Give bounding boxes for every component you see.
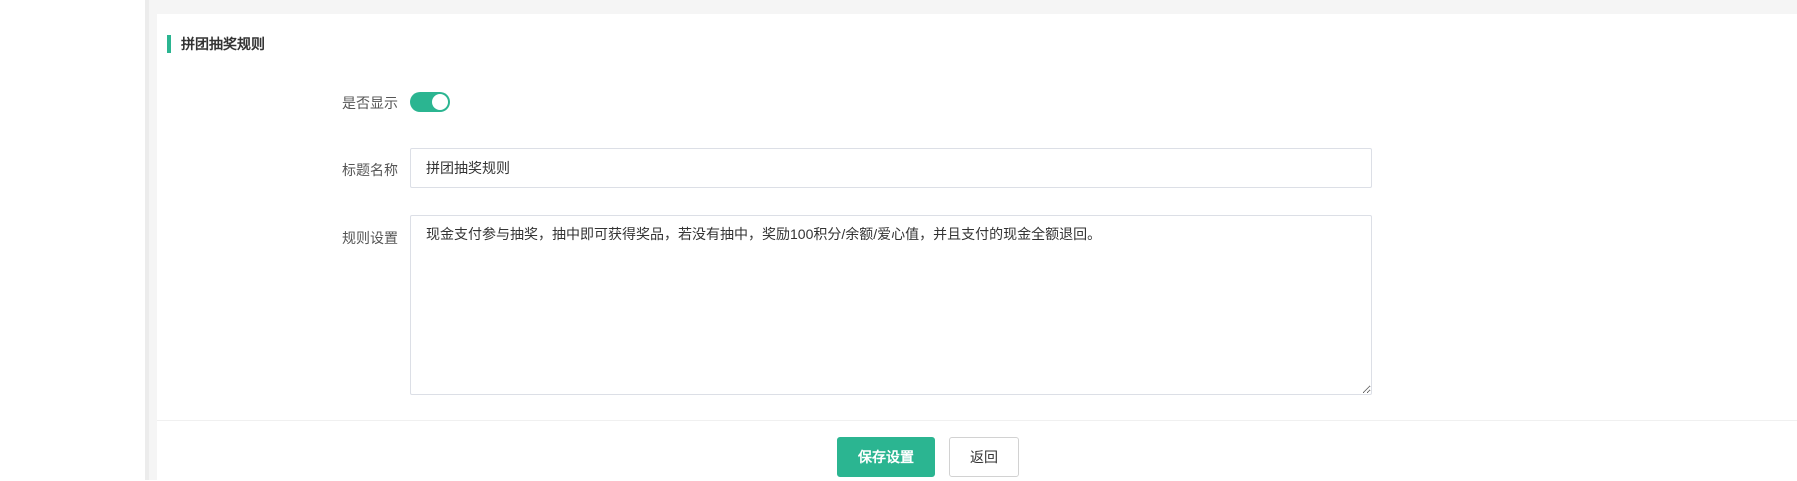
section-accent-bar	[167, 35, 171, 53]
back-button[interactable]: 返回	[949, 437, 1019, 477]
left-sidebar-area	[0, 0, 145, 480]
rules-label: 规则设置	[342, 230, 398, 246]
rules-textarea[interactable]: 现金支付参与抽奖，抽中即可获得奖品，若没有抽中，奖励100积分/余额/爱心值，并…	[410, 215, 1372, 395]
show-toggle[interactable]	[410, 92, 450, 112]
section-title: 拼团抽奖规则	[181, 36, 265, 52]
title-label: 标题名称	[342, 162, 398, 178]
toggle-knob	[432, 94, 448, 110]
title-input[interactable]	[410, 148, 1372, 188]
show-label: 是否显示	[342, 95, 398, 111]
section-header: 拼团抽奖规则	[167, 35, 265, 53]
save-button[interactable]: 保存设置	[837, 437, 935, 477]
